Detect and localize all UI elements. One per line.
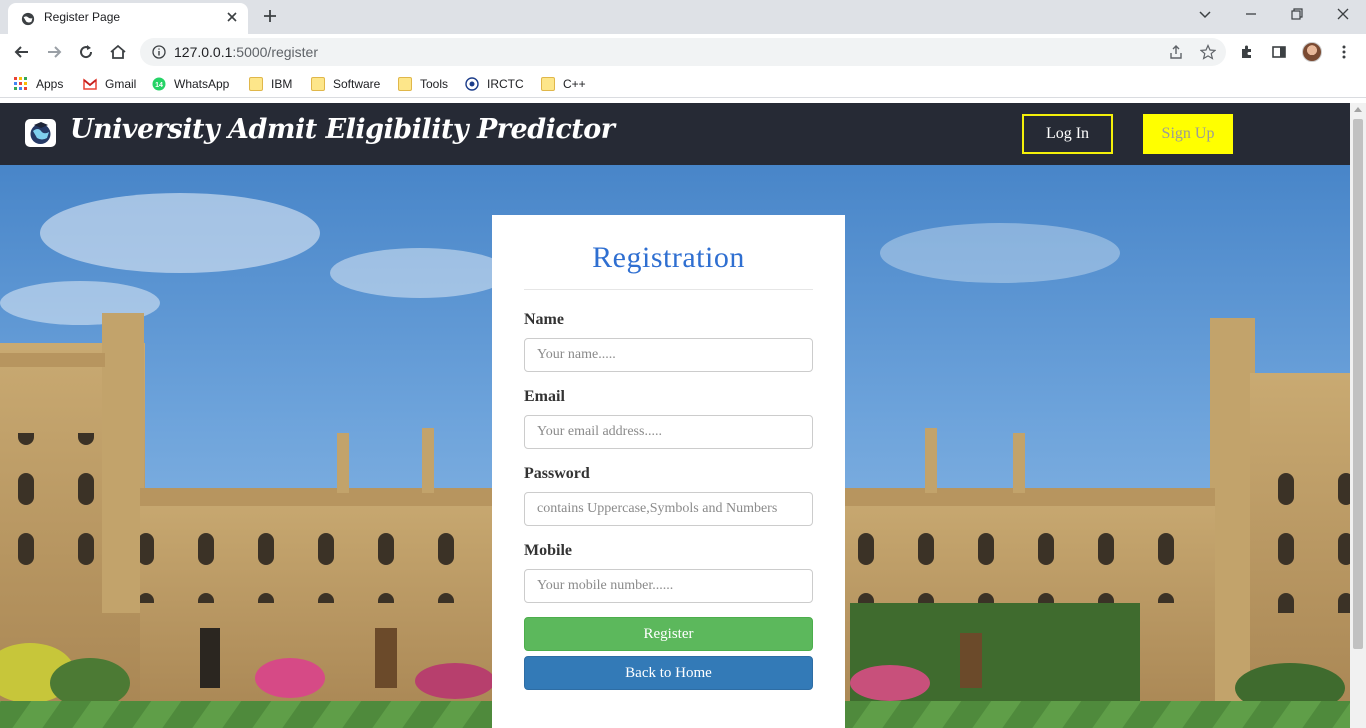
bookmark-label: Apps [36,77,64,91]
tab-strip: Register Page [0,0,1366,34]
new-tab-icon[interactable] [262,8,278,24]
back-to-home-button[interactable]: Back to Home [524,656,813,690]
scroll-up-arrow-icon[interactable] [1354,107,1362,112]
signup-button[interactable]: Sign Up [1143,114,1233,154]
url-host: 127.0.0.1 [174,44,233,60]
tab-search-chevron-icon[interactable] [1197,6,1213,22]
name-label: Name [524,311,564,328]
bookmark-cpp[interactable]: C++ [541,74,586,94]
email-input[interactable] [524,415,813,449]
apps-grid-icon [14,77,27,90]
register-button[interactable]: Register [524,617,813,651]
bookmark-software[interactable]: Software [311,74,380,94]
mobile-label: Mobile [524,542,572,559]
registration-card: Registration Name Email Password Mobile … [492,215,845,728]
mobile-input[interactable] [524,569,813,603]
kebab-menu-icon[interactable] [1336,44,1352,60]
bookmark-label: Gmail [105,77,137,91]
graduation-globe-logo-icon [25,119,56,147]
back-arrow-icon[interactable] [13,43,31,61]
bookmark-label: Software [333,77,381,91]
reload-icon[interactable] [77,43,95,61]
bookmark-tools[interactable]: Tools [398,74,448,94]
bookmark-label: IBM [271,77,293,91]
bookmark-apps[interactable]: Apps [14,74,63,94]
browser-toolbar: 127.0.0.1:5000/register [0,34,1366,70]
registration-heading: Registration [592,241,745,274]
close-window-icon[interactable] [1335,6,1351,22]
globe-icon [21,12,35,26]
folder-icon [541,77,555,91]
bookmark-ibm[interactable]: IBM [249,74,292,94]
whatsapp-icon: 14 [152,77,166,91]
url-text: 127.0.0.1:5000/register [174,44,318,60]
gmail-icon [83,78,97,90]
tab-register-page[interactable]: Register Page [8,3,248,34]
site-info-icon[interactable] [152,45,166,59]
bookmarks-bar: Apps Gmail 14 WhatsApp IBM Software Tool… [0,70,1366,98]
forward-arrow-icon[interactable] [45,43,63,61]
page-viewport: University Admit Eligibility Predictor L… [0,103,1350,728]
page-scrollbar[interactable] [1350,103,1366,728]
folder-icon [249,77,263,91]
whatsapp-badge-count: 14 [155,82,163,89]
password-label: Password [524,465,590,482]
bookmark-irctc[interactable]: IRCTC [465,74,524,94]
restore-icon[interactable] [1289,6,1305,22]
bookmark-label: Tools [420,77,449,91]
bookmark-label: IRCTC [487,77,524,91]
bookmark-label: C++ [563,77,586,91]
site-navbar: University Admit Eligibility Predictor L… [0,103,1350,165]
login-button[interactable]: Log In [1022,114,1113,154]
password-input[interactable] [524,492,813,526]
heading-divider [524,289,813,290]
home-icon[interactable] [109,43,127,61]
address-bar[interactable]: 127.0.0.1:5000/register [140,38,1226,66]
tab-title: Register Page [44,10,121,24]
extensions-puzzle-icon[interactable] [1239,44,1255,60]
bookmark-whatsapp[interactable]: 14 WhatsApp [152,74,229,94]
irctc-icon [465,77,479,91]
name-input[interactable] [524,338,813,372]
brand-title[interactable]: University Admit Eligibility Predictor [70,114,615,145]
bookmark-star-icon[interactable] [1200,44,1216,60]
close-tab-icon[interactable] [224,9,240,25]
profile-avatar[interactable] [1302,42,1322,62]
bookmark-label: WhatsApp [174,77,230,91]
bookmark-gmail[interactable]: Gmail [83,74,136,94]
share-icon[interactable] [1168,44,1184,60]
side-panel-icon[interactable] [1271,44,1287,60]
minimize-icon[interactable] [1243,6,1259,22]
url-path: :5000/register [232,44,318,60]
email-label: Email [524,388,565,405]
scrollbar-thumb[interactable] [1353,119,1363,649]
folder-icon [398,77,412,91]
folder-icon [311,77,325,91]
